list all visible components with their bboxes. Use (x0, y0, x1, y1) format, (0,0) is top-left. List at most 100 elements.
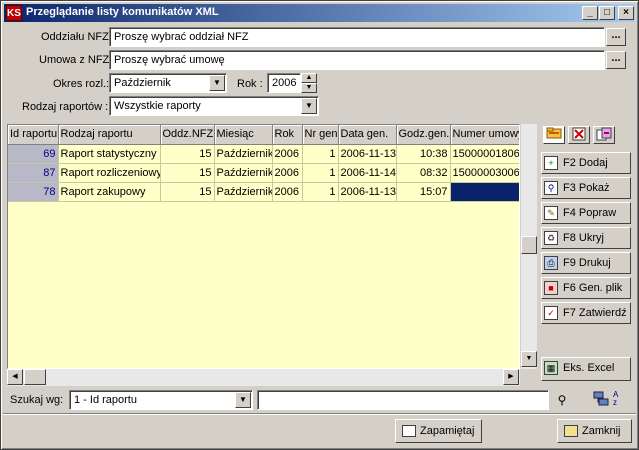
title-bar[interactable]: KS Przeglądanie listy komunikatów XML _ … (4, 4, 635, 22)
export-excel-button[interactable]: ▦ Eks. Excel (541, 357, 631, 381)
main-window: KS Przeglądanie listy komunikatów XML _ … (0, 0, 639, 450)
column-header[interactable]: Nr gen. (302, 125, 339, 145)
sort-az-icon[interactable]: Az (613, 391, 631, 407)
chevron-down-icon[interactable]: ▼ (301, 98, 317, 114)
search-input[interactable] (257, 390, 549, 410)
show-button[interactable]: ⚲ F3 Pokaż (541, 177, 631, 199)
table-cell[interactable]: Raport zakupowy (58, 182, 161, 202)
close-button[interactable]: × (618, 6, 634, 20)
table-cell[interactable]: 08:32 (396, 163, 451, 183)
umowa-browse-button[interactable]: ... (606, 51, 626, 69)
network-filter-icon[interactable] (593, 390, 609, 406)
approve-button[interactable]: ✓ F7 Zatwierdź (541, 302, 631, 324)
remember-button-label: Zapamiętaj (420, 425, 475, 437)
rodzaj-select[interactable]: Wszystkie raporty ▼ (109, 96, 319, 116)
hide-button[interactable]: ♻ F8 Ukryj (541, 227, 631, 249)
table-row[interactable]: 87 Raport rozliczeniowy 15 Październik 2… (8, 163, 519, 183)
horizontal-scrollbar[interactable]: ◀ ▶ (7, 369, 520, 386)
approve-button-label: F7 Zatwierdź (563, 306, 627, 319)
table-cell[interactable]: 2006 (272, 182, 303, 202)
edit-button-label: F4 Popraw (563, 206, 617, 219)
search-label: Szukaj wg: (10, 394, 64, 406)
scrollbar-thumb[interactable] (521, 236, 537, 254)
add-button[interactable]: + F2 Dodaj (541, 152, 631, 174)
table-cell-selected[interactable] (450, 182, 519, 202)
chevron-down-icon[interactable]: ▼ (235, 392, 251, 408)
table-cell[interactable]: 78 (8, 182, 59, 202)
rodzaj-label: Rodzaj raportów : (22, 101, 109, 113)
table-cell[interactable]: Raport statystyczny (58, 144, 161, 164)
table-row[interactable]: 69 Raport statystyczny 15 Październik 20… (8, 144, 519, 164)
table-cell[interactable]: 150000018067 (450, 144, 519, 164)
scroll-left-icon[interactable]: ◀ (7, 369, 23, 385)
column-header[interactable]: Rodzaj raportu (58, 125, 161, 145)
table-cell[interactable]: Październik (214, 163, 273, 183)
rok-field[interactable]: 2006 (267, 73, 301, 93)
export-excel-button-label: Eks. Excel (563, 361, 615, 374)
vertical-scrollbar[interactable]: ▼ (520, 124, 537, 369)
rok-up-icon[interactable]: ▲ (301, 73, 317, 83)
table-cell[interactable]: 69 (8, 144, 59, 164)
table-row[interactable]: 78 Raport zakupowy 15 Październik 2006 1… (8, 182, 519, 202)
key-icon[interactable]: ⚲ (555, 392, 569, 408)
add-button-label: F2 Dodaj (563, 156, 608, 169)
umowa-field[interactable]: Proszę wybrać umowę (109, 50, 605, 70)
table-cell[interactable]: 1 (302, 182, 339, 202)
table-cell[interactable]: 15 (160, 182, 215, 202)
scroll-down-icon[interactable]: ▼ (521, 351, 537, 367)
oddzial-field[interactable]: Proszę wybrać oddział NFZ (109, 27, 605, 47)
edit-button[interactable]: ✎ F4 Popraw (541, 202, 631, 224)
column-header[interactable]: Id raportu (8, 125, 59, 145)
delete-icon[interactable] (568, 126, 590, 144)
trash-icon: ♻ (544, 231, 558, 245)
okres-label: Okres rozl.: (53, 78, 110, 90)
okres-select[interactable]: Październik ▼ (109, 73, 227, 93)
maximize-button[interactable]: □ (599, 6, 615, 20)
table-cell[interactable]: 150000030067 (450, 163, 519, 183)
okres-value: Październik (114, 77, 171, 89)
close-window-button[interactable]: Zamknij (557, 419, 632, 443)
table-cell[interactable]: 2006-11-13 (338, 144, 397, 164)
column-header[interactable]: Numer umowy (450, 125, 519, 145)
umowa-label: Umowa z NFZ (39, 54, 110, 66)
oddzial-browse-button[interactable]: ... (606, 28, 626, 46)
rok-down-icon[interactable]: ▼ (301, 83, 317, 93)
column-header[interactable]: Data gen. (338, 125, 397, 145)
folder-icon[interactable] (543, 126, 565, 144)
chevron-down-icon[interactable]: ▼ (209, 75, 225, 91)
remember-button[interactable]: Zapamiętaj (395, 419, 482, 443)
table-cell[interactable]: 2006 (272, 144, 303, 164)
table-cell[interactable]: Październik (214, 182, 273, 202)
table-cell[interactable]: Październik (214, 144, 273, 164)
add-icon: + (544, 156, 558, 170)
search-field-value: 1 - Id raportu (74, 394, 137, 406)
column-header[interactable]: Rok (272, 125, 303, 145)
table-cell[interactable]: 1 (302, 163, 339, 183)
table-cell[interactable]: 2006-11-14 (338, 163, 397, 183)
table-cell[interactable]: 2006-11-13 (338, 182, 397, 202)
print-button[interactable]: ⎙ F9 Drukuj (541, 252, 631, 274)
copy-icon[interactable] (593, 126, 615, 144)
table-cell[interactable]: 87 (8, 163, 59, 183)
column-header[interactable]: Miesiąc (214, 125, 273, 145)
search-field-select[interactable]: 1 - Id raportu ▼ (69, 390, 253, 410)
table-cell[interactable]: 10:38 (396, 144, 451, 164)
table-cell[interactable]: 1 (302, 144, 339, 164)
generate-file-button[interactable]: ■ F6 Gen. plik (541, 277, 631, 299)
scrollbar-thumb[interactable] (24, 369, 46, 385)
save-icon (402, 425, 416, 438)
printer-icon: ⎙ (544, 256, 558, 270)
table-cell[interactable]: 15 (160, 144, 215, 164)
rodzaj-value: Wszystkie raporty (114, 100, 201, 112)
rok-label: Rok : (237, 78, 263, 90)
column-header[interactable]: Oddz.NFZ (160, 125, 215, 145)
scroll-right-icon[interactable]: ▶ (503, 369, 519, 385)
table-cell[interactable]: 15 (160, 163, 215, 183)
column-header[interactable]: Godz.gen. (396, 125, 451, 145)
table-cell[interactable]: 15:07 (396, 182, 451, 202)
minimize-button[interactable]: _ (582, 6, 598, 20)
exit-door-icon (564, 425, 578, 438)
table-cell[interactable]: Raport rozliczeniowy (58, 163, 161, 183)
reports-table[interactable]: Id raportu Rodzaj raportu Oddz.NFZ Miesi… (7, 124, 520, 369)
table-cell[interactable]: 2006 (272, 163, 303, 183)
